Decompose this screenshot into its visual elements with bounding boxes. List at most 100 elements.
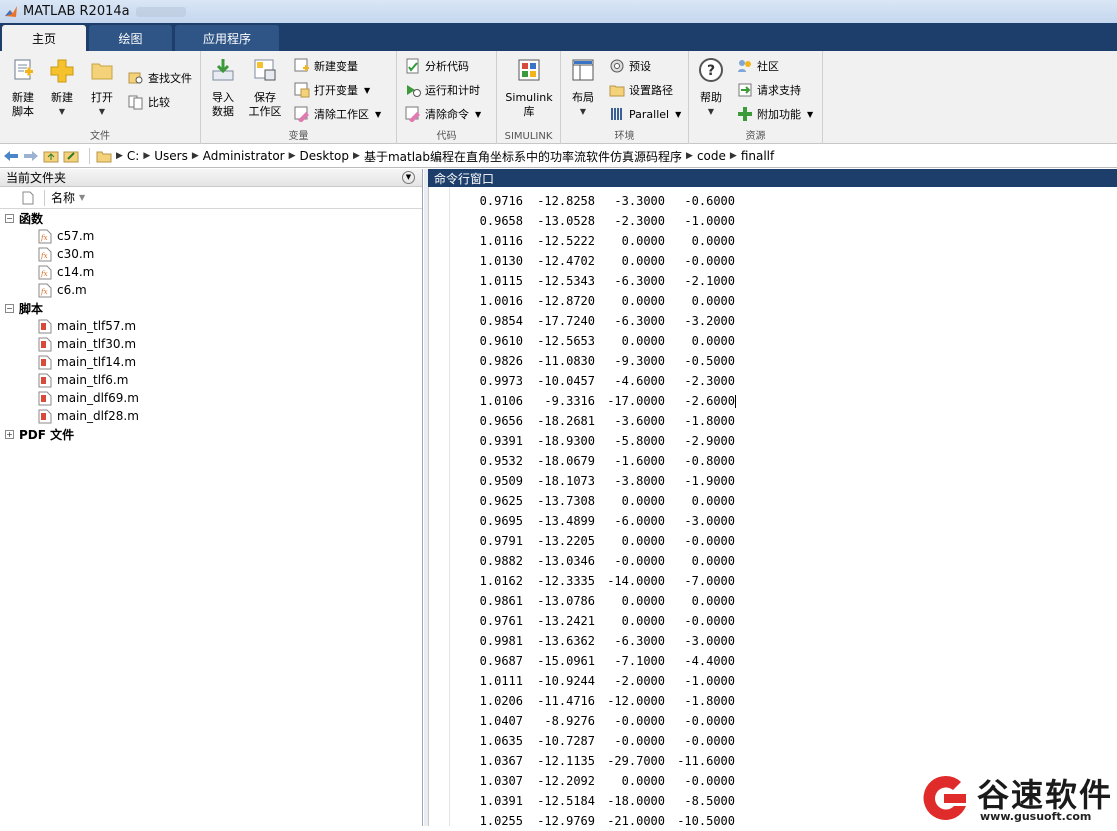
help-button[interactable]: ? 帮助 ▼: [691, 57, 731, 119]
simulink-library-icon: [518, 59, 540, 81]
output-row: 1.0116 -12.5222 0.0000 0.0000: [451, 231, 735, 251]
new-plus-icon: [50, 59, 74, 83]
breadcrumb-c[interactable]: C:: [127, 149, 139, 163]
gusu-logo-icon: [923, 775, 966, 820]
breadcrumb-desktop[interactable]: Desktop: [300, 149, 350, 163]
chevron-down-icon: ▼: [707, 107, 715, 116]
sort-arrow-icon: ▼: [79, 193, 86, 202]
browse-folder-icon[interactable]: [63, 149, 79, 163]
save-workspace-button[interactable]: 保存 工作区: [245, 57, 285, 119]
output-cell: 0.9861: [479, 594, 523, 608]
new-button[interactable]: 新建 ▼: [42, 57, 82, 119]
file-item[interactable]: main_tlf30.m: [0, 335, 422, 353]
output-cell: -9.3000: [614, 354, 665, 368]
command-window-body[interactable]: 0.9716 -12.8258 -3.3000 -0.6000 0.9658 -13.05…: [428, 187, 1117, 828]
open-variable-button[interactable]: 打开变量 ▼: [294, 80, 370, 100]
output-cell: -2.9000: [684, 434, 735, 448]
tree-group[interactable]: + PDF 文件: [0, 425, 422, 443]
file-item[interactable]: main_dlf69.m: [0, 389, 422, 407]
file-item[interactable]: fx c14.m: [0, 263, 422, 281]
file-item[interactable]: main_tlf6.m: [0, 371, 422, 389]
file-item[interactable]: fx c6.m: [0, 281, 422, 299]
output-cell: 1.0130: [479, 254, 523, 268]
run-and-time-button[interactable]: 运行和计时: [405, 80, 480, 100]
up-folder-icon[interactable]: [43, 149, 59, 163]
output-row: 1.0255 -12.9769 -21.0000 -10.5000: [451, 811, 735, 831]
tree-group-label: PDF 文件: [19, 427, 75, 442]
output-row: 1.0016 -12.8720 0.0000 0.0000: [451, 291, 735, 311]
tab-home[interactable]: 主页: [2, 25, 86, 51]
new-script-icon: [14, 59, 33, 80]
breadcrumb-code[interactable]: code: [697, 149, 726, 163]
output-cell: 1.0162: [479, 574, 523, 588]
breadcrumb-finallf[interactable]: finallf: [741, 149, 774, 163]
output-cell: -3.2000: [684, 314, 735, 328]
set-path-button[interactable]: 设置路径: [609, 80, 673, 100]
clear-workspace-button[interactable]: 清除工作区 ▼: [294, 104, 381, 124]
file-item[interactable]: main_tlf57.m: [0, 317, 422, 335]
analyze-code-button[interactable]: 分析代码: [405, 56, 469, 76]
request-support-button[interactable]: 请求支持: [737, 80, 801, 100]
breadcrumb-users[interactable]: Users: [154, 149, 188, 163]
tree-group[interactable]: − 脚本: [0, 299, 422, 317]
open-label: 打开: [91, 91, 113, 104]
chevron-down-icon[interactable]: ▼: [375, 110, 381, 119]
section-file: 新建 脚本 新建 ▼ 打开 ▼ 查找文件 比较 文件: [0, 51, 201, 144]
parallel-button[interactable]: Parallel ▼: [609, 104, 681, 124]
collapse-icon[interactable]: −: [5, 303, 14, 313]
tab-apps[interactable]: 应用程序: [175, 25, 279, 51]
file-item[interactable]: fx c57.m: [0, 227, 422, 245]
clear-commands-button[interactable]: 清除命令 ▼: [405, 104, 481, 124]
command-window: 命令行窗口 0.9716 -12.8258 -3.3000 -0.6000 0.9658…: [428, 169, 1117, 828]
chevron-down-icon[interactable]: ▼: [807, 110, 813, 119]
output-cell: -9.3316: [544, 394, 595, 408]
ribbon: 新建 脚本 新建 ▼ 打开 ▼ 查找文件 比较 文件 导入 数据 保存 工作区 …: [0, 51, 1117, 144]
output-row: 1.0407 -8.9276 -0.0000 -0.0000: [451, 711, 735, 731]
file-item[interactable]: main_dlf28.m: [0, 407, 422, 425]
new-script-button[interactable]: 新建 脚本: [3, 57, 43, 119]
section-code-label: 代码: [436, 131, 457, 142]
compare-icon: [128, 95, 143, 110]
expand-icon[interactable]: +: [5, 429, 14, 439]
back-arrow-icon[interactable]: [3, 149, 19, 163]
breadcrumb-project[interactable]: 基于matlab编程在直角坐标系中的功率流软件仿真源码程序: [364, 148, 682, 165]
add-ons-button[interactable]: 附加功能 ▼: [737, 104, 813, 124]
output-cell: 0.9532: [479, 454, 523, 468]
output-cell: 0.9761: [479, 614, 523, 628]
column-header[interactable]: 名称 ▼: [0, 187, 422, 209]
output-cell: -18.9300: [537, 434, 595, 448]
compare-button[interactable]: 比较: [128, 92, 170, 112]
new-variable-button[interactable]: 新建变量: [294, 56, 358, 76]
clear-workspace-icon: [294, 106, 309, 122]
file-item[interactable]: fx c30.m: [0, 245, 422, 263]
file-item[interactable]: main_tlf14.m: [0, 353, 422, 371]
preferences-button[interactable]: 预设: [609, 56, 651, 76]
chevron-down-icon[interactable]: ▼: [364, 86, 370, 95]
forward-arrow-icon[interactable]: [23, 149, 39, 163]
panel-menu-icon[interactable]: ▼: [402, 171, 415, 184]
chevron-down-icon[interactable]: ▼: [475, 110, 481, 119]
collapse-icon[interactable]: −: [5, 213, 14, 223]
simulink-library-button[interactable]: Simulink 库: [504, 57, 554, 119]
layout-button[interactable]: 布局 ▼: [563, 57, 603, 119]
chevron-down-icon[interactable]: ▼: [675, 110, 681, 119]
file-name: main_dlf69.m: [57, 391, 139, 405]
tree-group[interactable]: − 函数: [0, 209, 422, 227]
output-cell: 0.9687: [479, 654, 523, 668]
output-cell: 0.9981: [479, 634, 523, 648]
output-cell: -12.3335: [537, 574, 595, 588]
svg-text:fx: fx: [40, 270, 48, 278]
tab-plots[interactable]: 绘图: [89, 25, 172, 51]
open-button[interactable]: 打开 ▼: [82, 57, 122, 119]
output-cell: -6.0000: [614, 514, 665, 528]
output-cell: -0.0000: [684, 534, 735, 548]
chevron-down-icon: ▼: [579, 107, 587, 116]
crumb-separator: ▶: [729, 151, 737, 161]
output-row: 0.9791 -13.2205 0.0000 -0.0000: [451, 531, 735, 551]
new-variable-label: 新建变量: [314, 60, 358, 73]
community-button[interactable]: 社区: [737, 56, 779, 76]
find-files-button[interactable]: 查找文件: [128, 68, 192, 88]
import-data-button[interactable]: 导入 数据: [203, 57, 243, 119]
breadcrumb-administrator[interactable]: Administrator: [203, 149, 285, 163]
tree-group-label: 函数: [19, 211, 44, 226]
